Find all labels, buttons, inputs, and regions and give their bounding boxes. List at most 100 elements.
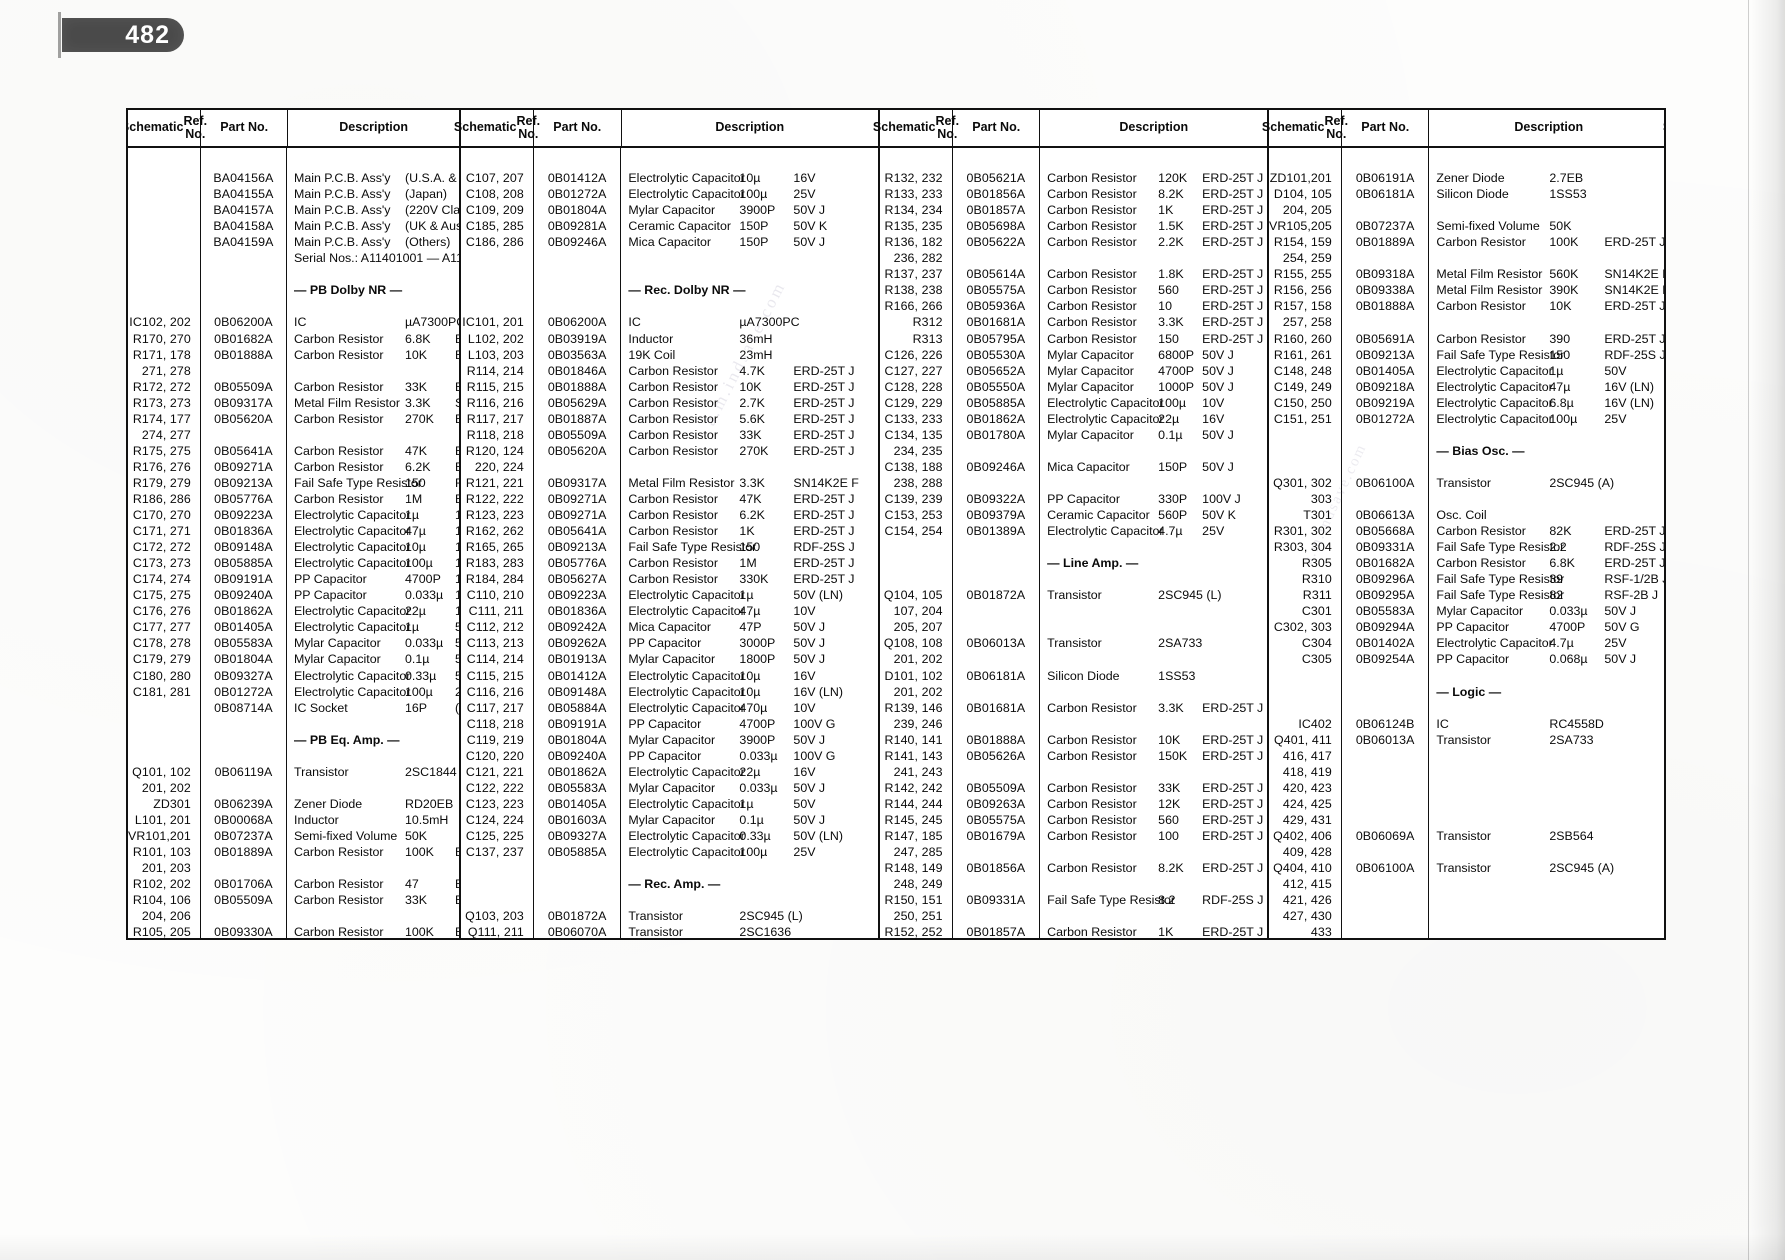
component-value: 0.1µ <box>405 652 430 667</box>
section-heading: — Logic — <box>1436 684 1502 699</box>
column-group-1: Schematic Ref. No. Part No. Description IC10… <box>128 110 461 938</box>
component-value: 390K <box>1549 283 1579 298</box>
component-spec: ERD-25T J <box>1202 700 1264 715</box>
component-type: Carbon Resistor <box>1047 700 1137 715</box>
description-cell: Carbon Resistor 82K ERD-25T J <box>1429 523 1664 539</box>
description-cell: Fail Safe Type Resistor150 RDF-25S J <box>1429 347 1664 363</box>
description-cell: Electrolytic Capacitor100µ 25V <box>621 186 878 202</box>
schematic-ref-cell: Q404, 410 <box>1273 861 1332 876</box>
schematic-ref-cell: C114, 214 <box>466 652 524 667</box>
description-cell: Carbon Resistor 47K ERD-25T J <box>287 443 459 459</box>
component-value: 47K <box>739 491 762 506</box>
schematic-ref-cell: R145, 245 <box>884 812 943 827</box>
schematic-ref-cell: R147, 185 <box>884 828 943 843</box>
component-value: 150 <box>739 540 761 555</box>
description-cell: Electrolytic Capacitor0.33µ 50V (LN) <box>287 668 459 684</box>
component-type: Electrolytic Capacitor <box>1436 379 1553 394</box>
schematic-ref-cell: C133, 233 <box>884 411 943 426</box>
component-spec: 10V <box>455 523 459 539</box>
component-type: Carbon Resistor <box>628 556 718 571</box>
part-no-cell: 0B09271A <box>547 491 607 506</box>
component-spec: RDF-25S J <box>1604 540 1666 555</box>
part-no-cell: 0B07237A <box>214 828 273 843</box>
component-type: Electrolytic Capacitor <box>294 524 411 539</box>
description-cell: Carbon Resistor 10K ERD-25T J <box>1040 732 1267 748</box>
description-cell <box>1040 443 1267 459</box>
component-type: IC Socket <box>294 700 348 715</box>
description-cell: Carbon Resistor 560 ERD-25T J <box>1040 812 1267 828</box>
component-spec: SN14K2E F <box>1604 283 1666 298</box>
component-spec: ERD-25T J <box>793 411 855 426</box>
col-part-no: 0B01412A 0B01272A 0B01804A 0B09281A 0B09246A… <box>534 148 622 938</box>
description-cell: Fail Safe Type Resistor 39 RSF-1/2B J <box>1429 571 1666 587</box>
schematic-ref-cell: R142, 242 <box>884 780 943 795</box>
schematic-ref-cell: R144, 244 <box>884 796 943 811</box>
description-cell: Mylar Capacitor 0.1µ 50V J <box>1040 427 1267 443</box>
spacer-row <box>1342 443 1429 459</box>
description-cell: Fail Safe Type Resistor 2.2 RDF-25S J <box>1429 539 1666 555</box>
component-type: Mylar Capacitor <box>628 812 716 827</box>
component-spec: ERD-25T J <box>1202 812 1264 827</box>
component-value: 4700P <box>1158 363 1195 378</box>
description-cell <box>1429 764 1664 780</box>
description-cell: Fail Safe Type Resistor 82 RSF-2B J <box>1429 587 1664 603</box>
component-spec: 50V J <box>1202 379 1234 394</box>
component-value: 10K <box>1549 299 1572 314</box>
component-value: 10K <box>1158 732 1181 747</box>
description-cell: Mylar Capacitor 0.1µ 50V J <box>621 812 878 828</box>
component-value: 10K <box>739 379 762 394</box>
description-cell: Electrolytic Capacitor47µ 10V <box>287 523 459 539</box>
part-no-cell: 0B09240A <box>214 588 273 603</box>
part-no-cell <box>1342 314 1429 330</box>
component-type: Carbon Resistor <box>294 411 384 426</box>
description-cell: Carbon Resistor 33K ERD-25T J <box>621 427 878 443</box>
schematic-ref-cell: R121, 221 <box>465 475 524 490</box>
component-spec: 50V J <box>1202 459 1234 474</box>
part-no-cell <box>1342 764 1429 780</box>
schematic-ref-cell: Q402, 406 <box>1273 828 1332 843</box>
component-spec: ERD-25T J <box>1202 732 1264 747</box>
component-spec: ERD-25T J <box>455 844 459 860</box>
component-value: 1µ <box>739 588 754 603</box>
component-type: Mylar Capacitor <box>628 203 716 218</box>
part-no-cell: 0B09331A <box>966 893 1026 908</box>
component-value: 1K <box>1158 203 1174 218</box>
component-spec: ERD-25T J <box>1202 828 1264 843</box>
description-cell <box>1040 250 1267 266</box>
component-value: 1SS53 <box>1158 668 1196 683</box>
part-no-cell: 0B09327A <box>547 828 607 843</box>
component-spec: 50V J <box>793 652 826 667</box>
schematic-ref-cell: Q104, 105 <box>883 588 943 603</box>
component-spec: RSF-1/2B J <box>1604 572 1666 587</box>
component-type: Electrolytic Capacitor <box>628 764 745 779</box>
schematic-ref-cell: R171, 178 <box>132 347 191 362</box>
description-cell: Carbon Resistor 1M ERD-25T J <box>621 555 878 571</box>
component-type: Semi-fixed Volume <box>294 828 398 843</box>
part-no-cell <box>201 908 286 924</box>
spacer-row <box>953 154 1040 170</box>
component-type: Ceramic Capacitor <box>1047 508 1150 523</box>
description-cell: Mica Capacitor 47P 50V J <box>621 619 878 635</box>
component-spec: (2 pcs.) <box>455 700 459 715</box>
part-no-cell <box>953 443 1040 459</box>
table-header-row: Schematic Ref. No. Part No. Description <box>1262 110 1664 148</box>
schematic-ref-cell: D101, 102 <box>884 668 943 683</box>
component-type: IC <box>1436 716 1449 731</box>
component-value: 100µ <box>739 845 768 860</box>
header-description: Description <box>1119 120 1189 135</box>
description-cell: Silicon Diode 1SS53 <box>1429 186 1664 202</box>
component-type: Electrolytic Capacitor <box>628 684 745 699</box>
description-cell <box>1040 651 1267 667</box>
table-body: IC102, 202 R170, 270 R171, 178 271, 278 R172… <box>128 148 459 938</box>
component-value: 10µ <box>739 684 761 699</box>
component-value: 47K <box>405 443 428 458</box>
part-no-cell: 0B05575A <box>966 283 1026 298</box>
component-type: Carbon Resistor <box>1436 299 1526 314</box>
spacer-row <box>1429 154 1664 170</box>
component-value: 10µ <box>405 540 426 555</box>
description-cell: Zener Diode RD20EB <box>287 796 459 812</box>
component-type: Carbon Resistor <box>1436 556 1526 571</box>
component-spec: ERD-25T J <box>455 892 459 908</box>
spacer-row <box>1429 668 1664 684</box>
description-cell: Carbon Resistor 150 ERD-25T J <box>1040 331 1267 347</box>
